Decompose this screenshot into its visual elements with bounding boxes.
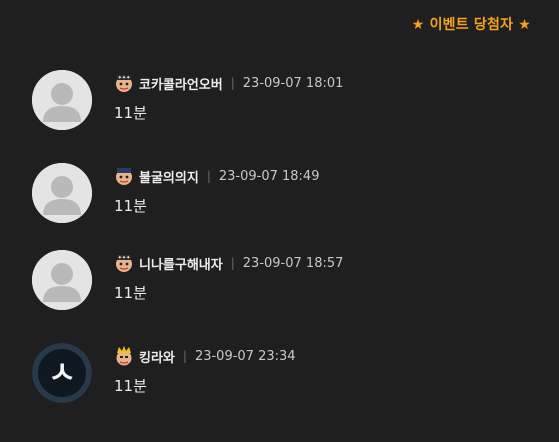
level-badge-icon [116,168,132,185]
default-avatar[interactable] [32,250,92,310]
author-nickname[interactable]: 니나를구해내자 [139,254,223,273]
comment-meta: ✦✦✦ 니나를구해내자 | 23-09-07 18:57 [114,252,343,274]
comment-timestamp: 23-09-07 18:49 [218,168,320,184]
author-nickname[interactable]: 불굴의의지 [139,167,199,186]
avatar-glyph: ㅅ [48,356,76,391]
meta-separator: | [206,169,211,183]
meta-separator: | [230,76,235,90]
crown-badge-icon [116,346,132,366]
level-badge-icon: ✦✦✦ [116,75,132,92]
default-avatar[interactable] [32,70,92,130]
comment-meta: 불굴의의지 | 23-09-07 18:49 [114,165,319,187]
meta-separator: | [230,256,235,270]
comment-item: ✦✦✦ 코카콜라언오버 | 23-09-07 18:01 11분 [32,70,532,132]
comment-item: ㅅ 킹라와 | 23-09-07 23:34 11분 [32,343,532,405]
comment-item: 불굴의의지 | 23-09-07 18:49 11분 [32,163,532,225]
default-avatar[interactable] [32,163,92,223]
custom-avatar[interactable]: ㅅ [32,343,92,403]
author-nickname[interactable]: 킹라와 [139,347,175,366]
comment-text: 11분 [114,377,147,395]
comment-text: 11분 [114,197,147,215]
comment-text: 11분 [114,104,147,122]
comment-timestamp: 23-09-07 23:34 [194,348,296,364]
author-nickname[interactable]: 코카콜라언오버 [139,74,223,93]
comment-timestamp: 23-09-07 18:57 [242,255,344,271]
comment-meta: 킹라와 | 23-09-07 23:34 [114,345,296,367]
event-winners-banner: ★ 이벤트 당첨자 ★ [411,17,531,33]
svg-text:✦✦✦: ✦✦✦ [118,255,131,261]
comment-meta: ✦✦✦ 코카콜라언오버 | 23-09-07 18:01 [114,72,343,94]
svg-text:✦✦✦: ✦✦✦ [118,75,131,81]
comment-timestamp: 23-09-07 18:01 [242,75,344,91]
meta-separator: | [182,349,187,363]
level-badge-icon: ✦✦✦ [116,255,132,272]
comment-item: ✦✦✦ 니나를구해내자 | 23-09-07 18:57 11분 [32,250,532,312]
comment-text: 11분 [114,284,147,302]
